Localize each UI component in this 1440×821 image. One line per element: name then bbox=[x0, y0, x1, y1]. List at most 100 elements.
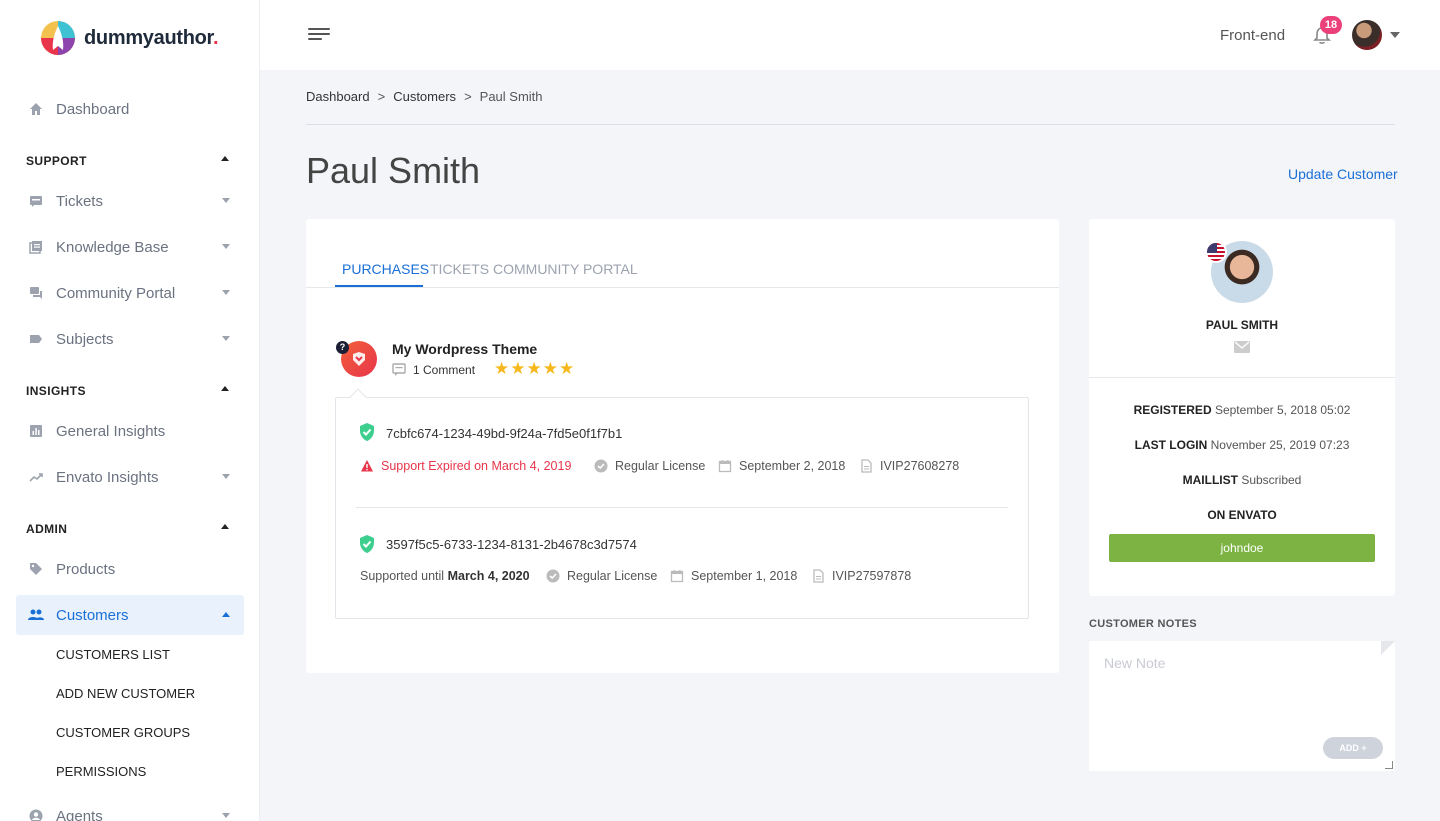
sidebar-item-agents[interactable]: Agents bbox=[16, 796, 244, 821]
purchases-card: PURCHASES TICKETS COMMUNITY PORTAL ? My … bbox=[306, 219, 1059, 673]
envato-label: ON ENVATO bbox=[1207, 508, 1277, 522]
chevron-down-icon bbox=[222, 474, 230, 479]
tab-community-portal[interactable]: COMMUNITY PORTAL bbox=[493, 261, 638, 277]
registered-value: September 5, 2018 05:02 bbox=[1214, 403, 1351, 417]
sidebar-item-label: Envato Insights bbox=[56, 468, 159, 486]
chevron-down-icon bbox=[222, 198, 230, 203]
supported-until-label: Supported until bbox=[360, 569, 445, 583]
sidebar-subitem-add-new-customer[interactable]: ADD NEW CUSTOMER bbox=[56, 686, 195, 701]
topbar: Front-end 18 bbox=[260, 0, 1440, 70]
user-avatar[interactable] bbox=[1352, 20, 1382, 50]
calendar-icon bbox=[670, 570, 684, 583]
us-flag-icon bbox=[1205, 241, 1227, 263]
license-type: Regular License bbox=[594, 459, 705, 473]
comment-count[interactable]: 1 Comment bbox=[413, 363, 475, 377]
sidebar-item-envato-insights[interactable]: Envato Insights bbox=[16, 457, 244, 497]
date-text: September 1, 2018 bbox=[691, 569, 798, 583]
add-note-button[interactable]: ADD + bbox=[1323, 737, 1383, 759]
trending-icon bbox=[28, 469, 44, 485]
envato-username-button[interactable]: johndoe bbox=[1109, 534, 1375, 562]
purchase-list: 7cbfc674-1234-49bd-9f24a-7fd5e0f1f7b1 Su… bbox=[335, 397, 1029, 619]
chevron-down-icon bbox=[222, 244, 230, 249]
sidebar-item-products[interactable]: Products bbox=[16, 549, 244, 589]
sidebar-item-label: Knowledge Base bbox=[56, 238, 169, 256]
tab-underline bbox=[335, 285, 423, 287]
chevron-down-icon bbox=[222, 290, 230, 295]
purchase-code[interactable]: 7cbfc674-1234-49bd-9f24a-7fd5e0f1f7b1 bbox=[386, 426, 622, 441]
maillist-row: MAILLIST Subscribed bbox=[1089, 473, 1395, 487]
frontend-link[interactable]: Front-end bbox=[1220, 27, 1285, 44]
comment-icon bbox=[392, 363, 406, 376]
shield-check-icon bbox=[360, 423, 374, 441]
date-text: September 2, 2018 bbox=[739, 459, 846, 473]
invoice-text[interactable]: IVIP27597878 bbox=[832, 569, 911, 583]
sidebar-item-label: Tickets bbox=[56, 192, 103, 210]
breadcrumb: Dashboard > Customers > Paul Smith bbox=[306, 89, 543, 104]
sidebar-item-community-portal[interactable]: Community Portal bbox=[16, 273, 244, 313]
sidebar-item-tickets[interactable]: Tickets bbox=[16, 181, 244, 221]
sidebar-item-label: Customers bbox=[56, 606, 129, 624]
product-name[interactable]: My Wordpress Theme bbox=[392, 341, 537, 357]
chevron-down-icon bbox=[222, 336, 230, 341]
sidebar-item-label: Agents bbox=[56, 807, 103, 821]
document-icon bbox=[813, 569, 824, 583]
sidebar-item-knowledge-base[interactable]: Knowledge Base bbox=[16, 227, 244, 267]
notification-badge: 18 bbox=[1320, 16, 1342, 34]
page-title: Paul Smith bbox=[306, 150, 481, 191]
sidebar-item-general-insights[interactable]: General Insights bbox=[16, 411, 244, 451]
divider bbox=[356, 507, 1008, 508]
breadcrumb-item-customers[interactable]: Customers bbox=[393, 89, 456, 104]
customer-notes-title: CUSTOMER NOTES bbox=[1089, 618, 1197, 630]
divider bbox=[1089, 377, 1395, 378]
tab-purchases[interactable]: PURCHASES bbox=[342, 261, 429, 277]
maillist-label: MAILLIST bbox=[1182, 473, 1238, 487]
chevron-up-icon[interactable] bbox=[221, 386, 229, 391]
person-icon bbox=[28, 808, 44, 821]
menu-icon[interactable] bbox=[308, 28, 330, 42]
sidebar-subitem-permissions[interactable]: PERMISSIONS bbox=[56, 764, 146, 779]
invoice-text[interactable]: IVIP27608278 bbox=[880, 459, 959, 473]
update-customer-link[interactable]: Update Customer bbox=[1288, 166, 1398, 182]
home-icon bbox=[28, 101, 44, 117]
breadcrumb-item-dashboard[interactable]: Dashboard bbox=[306, 89, 370, 104]
purchase-date: September 1, 2018 bbox=[670, 569, 797, 583]
sidebar-subitem-customers-list[interactable]: CUSTOMERS LIST bbox=[56, 647, 170, 662]
sidebar-item-label: Subjects bbox=[56, 330, 114, 348]
registered-label: REGISTERED bbox=[1133, 403, 1212, 417]
sidebar-item-label: Products bbox=[56, 560, 116, 578]
page-fold bbox=[1381, 641, 1395, 655]
chevron-down-icon[interactable] bbox=[1390, 32, 1400, 38]
forum-icon bbox=[28, 285, 44, 301]
section-insights: INSIGHTS bbox=[26, 384, 86, 398]
maillist-value: Subscribed bbox=[1241, 473, 1302, 487]
support-expired-text: Support Expired on March 4, 2019 bbox=[381, 459, 572, 473]
chevron-up-icon[interactable] bbox=[221, 156, 229, 161]
bar-chart-icon bbox=[28, 423, 44, 439]
sidebar-item-customers[interactable]: Customers bbox=[16, 595, 244, 635]
check-circle-icon bbox=[546, 569, 560, 583]
customer-profile-card: PAUL SMITH REGISTERED September 5, 2018 … bbox=[1089, 219, 1395, 596]
chevron-up-icon bbox=[222, 612, 230, 617]
purchase-code[interactable]: 3597f5c5-6733-1234-8131-2b4678c3d7574 bbox=[386, 537, 637, 552]
people-icon bbox=[28, 607, 44, 623]
mail-icon[interactable] bbox=[1234, 341, 1250, 353]
chevron-up-icon[interactable] bbox=[221, 524, 229, 529]
registered-row: REGISTERED September 5, 2018 05:02 bbox=[1089, 403, 1395, 417]
tag-icon bbox=[28, 561, 44, 577]
logo[interactable]: dummyauthor. bbox=[40, 20, 219, 56]
tab-tickets[interactable]: TICKETS bbox=[430, 261, 489, 277]
resize-handle[interactable] bbox=[1385, 761, 1393, 769]
section-admin: ADMIN bbox=[26, 522, 68, 536]
customer-notes-box: ADD + bbox=[1089, 641, 1395, 771]
sidebar-item-label: Dashboard bbox=[56, 100, 130, 118]
sidebar-subitem-customer-groups[interactable]: CUSTOMER GROUPS bbox=[56, 725, 190, 740]
sidebar-item-dashboard[interactable]: Dashboard bbox=[16, 89, 244, 129]
shield-check-icon bbox=[360, 535, 374, 553]
divider bbox=[306, 124, 1395, 125]
last-login-value: November 25, 2019 07:23 bbox=[1210, 438, 1350, 452]
last-login-label: LAST LOGIN bbox=[1134, 438, 1208, 452]
logo-dot: . bbox=[212, 26, 219, 49]
sidebar-item-label: General Insights bbox=[56, 422, 166, 440]
sidebar-item-subjects[interactable]: Subjects bbox=[16, 319, 244, 359]
sidebar-item-label: Community Portal bbox=[56, 284, 176, 302]
